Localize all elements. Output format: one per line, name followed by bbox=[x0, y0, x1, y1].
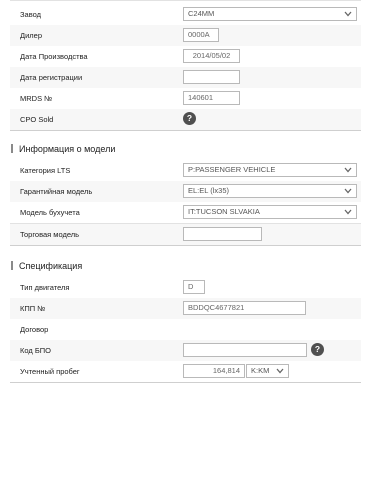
mrds-label: MRDS № bbox=[20, 94, 53, 103]
row-accounting-model: Модель бухучета IT:TUCSON SLVAKIA bbox=[10, 202, 361, 224]
chevron-down-icon bbox=[341, 206, 355, 218]
gearbox-label: КПП № bbox=[20, 304, 46, 313]
plant-label: Завод bbox=[20, 10, 41, 19]
trade-model-field[interactable] bbox=[183, 227, 262, 241]
accounting-model-value: IT:TUCSON SLVAKIA bbox=[188, 207, 260, 216]
mileage-unit-value: K:KM bbox=[251, 366, 270, 375]
help-circle-icon[interactable]: ? bbox=[183, 112, 196, 125]
chevron-down-icon bbox=[273, 365, 287, 377]
lts-category-select[interactable]: P:PASSENGER VEHICLE bbox=[183, 163, 357, 177]
specification-section-header: Спецификация bbox=[10, 257, 361, 275]
section-marker bbox=[11, 261, 13, 270]
section-marker bbox=[11, 144, 13, 153]
mrds-field[interactable]: 140601 bbox=[183, 91, 240, 105]
chevron-down-icon bbox=[341, 8, 355, 20]
cpo-sold-label: CPO Sold bbox=[20, 115, 54, 124]
contract-label: Договор bbox=[20, 325, 49, 334]
mileage-label: Учтенный пробег bbox=[20, 367, 80, 376]
row-contract: Договор bbox=[10, 319, 361, 341]
engine-type-label: Тип двигателя bbox=[20, 283, 70, 292]
engine-type-field[interactable]: D bbox=[183, 280, 205, 294]
mileage-unit-select[interactable]: K:KM bbox=[246, 364, 289, 378]
row-trade-model: Торговая модель bbox=[10, 224, 361, 246]
bpo-code-field[interactable] bbox=[183, 343, 307, 357]
row-production-date: Дата Производства 2014/05/02 bbox=[10, 46, 361, 68]
registration-date-label: Дата регистрации bbox=[20, 73, 83, 82]
model-info-section-header: Информация о модели bbox=[10, 140, 361, 158]
row-mrds: MRDS № 140601 bbox=[10, 88, 361, 110]
lts-category-label: Категория LTS bbox=[20, 166, 71, 175]
registration-date-field[interactable] bbox=[183, 70, 240, 84]
row-bpo-code: Код БПО ? bbox=[10, 340, 361, 362]
warranty-model-value: EL:EL (lx35) bbox=[188, 186, 229, 195]
help-circle-icon[interactable]: ? bbox=[311, 343, 324, 356]
row-registration-date: Дата регистрации bbox=[10, 67, 361, 89]
row-warranty-model: Гарантийная модель EL:EL (lx35) bbox=[10, 181, 361, 203]
bpo-code-label: Код БПО bbox=[20, 346, 51, 355]
lts-category-value: P:PASSENGER VEHICLE bbox=[188, 165, 276, 174]
accounting-model-label: Модель бухучета bbox=[20, 208, 80, 217]
warranty-model-select[interactable]: EL:EL (lx35) bbox=[183, 184, 357, 198]
row-engine-type: Тип двигателя D bbox=[10, 277, 361, 299]
dealer-label: Дилер bbox=[20, 31, 42, 40]
row-mileage: Учтенный пробег 164,814 K:KM bbox=[10, 361, 361, 383]
trade-model-label: Торговая модель bbox=[20, 230, 80, 239]
divider bbox=[10, 0, 361, 1]
chevron-down-icon bbox=[341, 164, 355, 176]
specification-title: Спецификация bbox=[19, 261, 83, 271]
dealer-field[interactable]: 0000A bbox=[183, 28, 219, 42]
chevron-down-icon bbox=[341, 185, 355, 197]
plant-value: C24MM bbox=[188, 9, 215, 18]
row-cpo-sold: CPO Sold ? bbox=[10, 109, 361, 131]
plant-select[interactable]: C24MM bbox=[183, 7, 357, 21]
row-gearbox: КПП № BDDQC4677821 bbox=[10, 298, 361, 320]
production-date-field[interactable]: 2014/05/02 bbox=[183, 49, 240, 63]
row-lts-category: Категория LTS P:PASSENGER VEHICLE bbox=[10, 160, 361, 182]
row-dealer: Дилер 0000A bbox=[10, 25, 361, 47]
production-date-label: Дата Производства bbox=[20, 52, 88, 61]
gearbox-field[interactable]: BDDQC4677821 bbox=[183, 301, 306, 315]
warranty-model-label: Гарантийная модель bbox=[20, 187, 93, 196]
mileage-field[interactable]: 164,814 bbox=[183, 364, 245, 378]
accounting-model-select[interactable]: IT:TUCSON SLVAKIA bbox=[183, 205, 357, 219]
model-info-title: Информация о модели bbox=[19, 144, 116, 154]
row-plant: Завод C24MM bbox=[10, 4, 361, 26]
